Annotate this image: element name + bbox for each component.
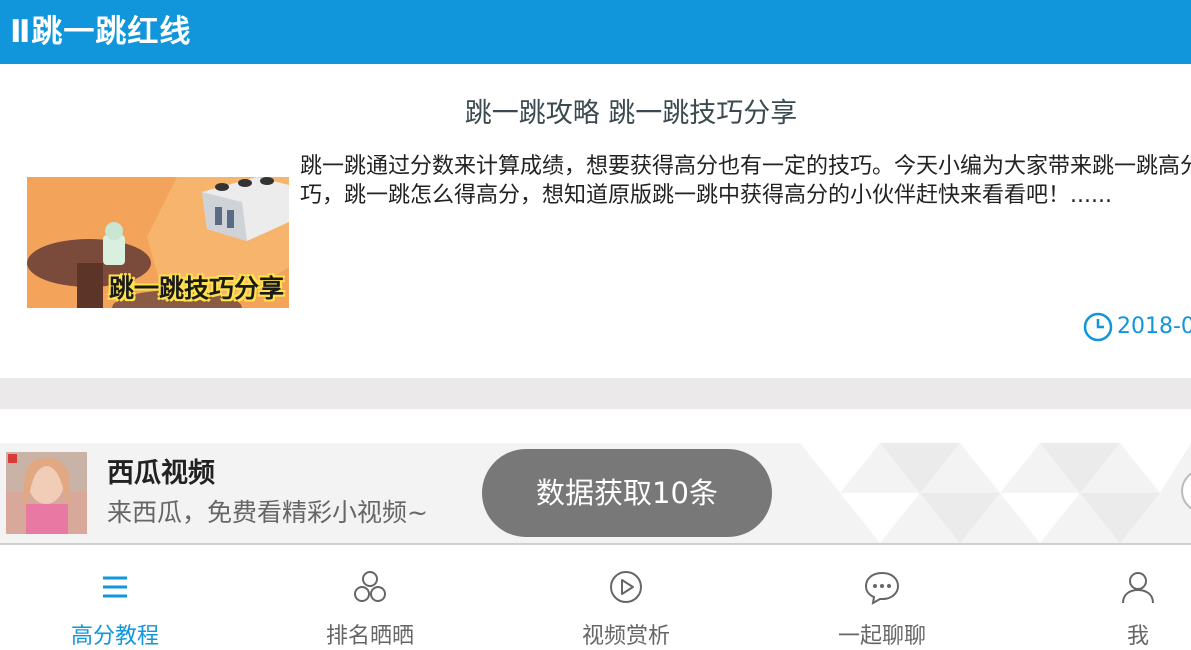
- bottom-navigation: 高分教程 排名晒晒 视频赏析 一起聊聊 我: [0, 545, 1191, 649]
- nav-label: 一起聊聊: [837, 624, 926, 649]
- nav-label: 排名晒晒: [325, 624, 414, 649]
- article-thumbnail[interactable]: 跳一跳技巧分享: [27, 177, 289, 308]
- nav-item-me[interactable]: 我: [1038, 545, 1191, 649]
- play-circle-icon: [610, 571, 642, 603]
- section-separator: [0, 378, 1191, 409]
- article-card[interactable]: 跳一跳攻略 跳一跳技巧分享 跳一跳技巧分享 跳一跳通过分数来计算成绩，想要获得高…: [0, 64, 1191, 378]
- menu-icon: [103, 576, 127, 598]
- app-title: Ⅱ跳一跳红线: [10, 14, 192, 50]
- toast-message: 数据获取10条: [482, 449, 772, 537]
- thumbnail-caption: 跳一跳技巧分享: [109, 274, 285, 303]
- ad-app-name: 西瓜视频: [107, 458, 215, 489]
- nav-item-chat[interactable]: 一起聊聊: [782, 545, 982, 649]
- clock-icon: [1083, 312, 1113, 342]
- article-summary: 跳一跳通过分数来计算成绩，想要获得高分也有一定的技巧。今天小编为大家带来跳一跳高…: [300, 154, 1191, 208]
- article-title[interactable]: 跳一跳攻略 跳一跳技巧分享: [0, 94, 1191, 134]
- nav-item-high-score[interactable]: 高分教程: [15, 545, 215, 649]
- nav-label: 高分教程: [70, 624, 159, 649]
- nav-item-ranking[interactable]: 排名晒晒: [270, 545, 470, 649]
- app-header: Ⅱ跳一跳红线: [0, 0, 1191, 64]
- user-icon: [1122, 572, 1154, 604]
- ad-description: 来西瓜，免费看精彩小视频~: [107, 498, 428, 527]
- circles-icon: [354, 571, 386, 602]
- chat-icon: [864, 571, 900, 605]
- ad-image[interactable]: [6, 452, 87, 534]
- date-text: 2018-0: [1117, 314, 1191, 339]
- nav-label: 我: [1126, 624, 1149, 649]
- nav-label: 视频赏析: [581, 624, 670, 649]
- nav-item-video[interactable]: 视频赏析: [526, 545, 726, 649]
- article-date: 2018-0: [1083, 312, 1191, 342]
